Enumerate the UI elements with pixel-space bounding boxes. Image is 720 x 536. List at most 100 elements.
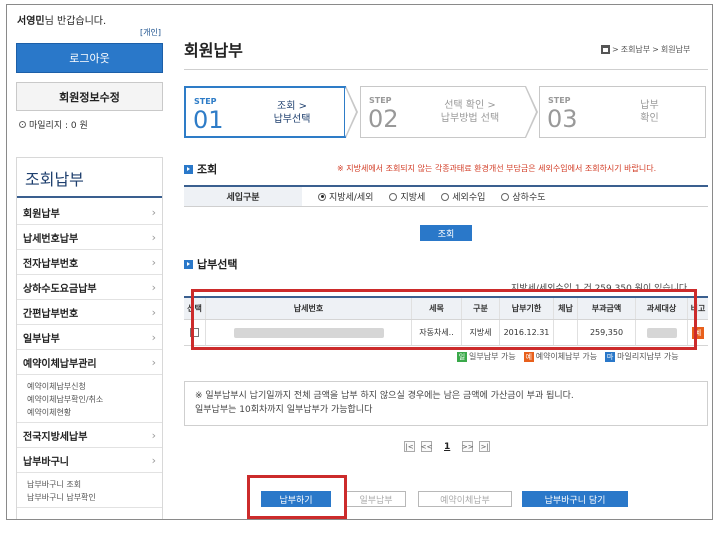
mileage-text: 마일리지 : 0 원 xyxy=(29,121,88,131)
chevron-right-icon: › xyxy=(151,453,156,467)
breadcrumb-sep: > xyxy=(652,45,659,54)
nav-item-member-payment[interactable]: 회원납부 › xyxy=(17,200,162,225)
chevron-right-icon: › xyxy=(151,305,156,319)
home-icon[interactable] xyxy=(601,45,610,54)
breadcrumb-item[interactable]: 조회납부 xyxy=(621,44,650,55)
reservation-payment-button[interactable]: 예약이체납부 xyxy=(418,491,512,507)
legend-text: 예약이체납부 가능 xyxy=(535,352,598,361)
info-line: 일부납부는 10회차까지 일부납부가 가능합니다 xyxy=(195,405,373,415)
table-highlight-box xyxy=(191,289,697,350)
radio-nontax-revenue[interactable]: 세외수입 xyxy=(441,190,485,203)
radio-icon[interactable] xyxy=(441,192,450,201)
chevron-right-icon: › xyxy=(151,330,156,344)
breadcrumb-sep: > xyxy=(612,45,619,54)
step-label: STEP xyxy=(369,96,392,105)
query-notice: ※ 지방세에서 조회되지 않는 각종과태료 환경개선 부담금은 세외수입에서 조… xyxy=(337,164,657,173)
section-title-text: 조회 xyxy=(197,163,218,176)
step-text-line: 납부 확인 xyxy=(640,100,659,124)
step-text: 선택 확인 > 납부방법 선택 xyxy=(421,99,519,125)
partial-payment-button[interactable]: 일부납부 xyxy=(346,491,406,507)
bullet-icon xyxy=(19,121,26,128)
radio-local-and-nontax[interactable]: 지방세/세외 xyxy=(318,190,373,203)
step-number: 02 xyxy=(368,105,399,133)
chevron-right-icon: › xyxy=(151,255,156,269)
chevron-right-icon: › xyxy=(151,230,156,244)
prev-page-icon[interactable]: << xyxy=(421,441,432,452)
query-button[interactable]: 조회 xyxy=(420,225,472,241)
legend-item: 일 일부납부 가능 xyxy=(457,351,516,362)
mileage-info: 마일리지 : 0 원 xyxy=(19,118,88,131)
radio-label: 상하수도 xyxy=(512,193,546,203)
chevron-right-icon: › xyxy=(151,355,156,369)
nav-item-national-local-tax[interactable]: 전국지방세납부 › xyxy=(17,423,162,448)
left-nav: 조회납부 회원납부 › 납세번호납부 › 전자납부번호 › 상하수도요금납부 › 간편납… xyxy=(16,157,163,519)
greeting-text: 님 반갑습니다. xyxy=(44,16,107,27)
reservation-submenu: 예약이체납부신청 예약이체납부확인/취소 예약이체현황 xyxy=(17,375,162,423)
filter-label: 세입구분 xyxy=(184,187,302,206)
current-page[interactable]: 1 xyxy=(444,442,450,452)
page-title: 회원납부 xyxy=(184,41,243,60)
step-text: 조회 > 납부선택 xyxy=(246,100,338,126)
pagination: |< << 1 >> >| xyxy=(404,441,491,452)
nav-item-simple-payment[interactable]: 간편납부번호 › xyxy=(17,300,162,325)
legend-item: 마 마일리지납부 가능 xyxy=(605,351,679,362)
submenu-basket-view[interactable]: 납부바구니 조회 xyxy=(27,478,152,491)
nav-item-label: 회원납부 xyxy=(23,208,60,220)
logout-button[interactable]: 로그아웃 xyxy=(16,43,163,73)
left-nav-title: 조회납부 xyxy=(17,158,162,198)
last-page-icon[interactable]: >| xyxy=(479,441,491,452)
nav-item-basket[interactable]: 납부바구니 › xyxy=(17,448,162,473)
edit-member-info-button[interactable]: 회원정보수정 xyxy=(16,82,163,111)
submenu-basket-confirm[interactable]: 납부바구니 납부확인 xyxy=(27,491,152,504)
basket-submenu: 납부바구니 조회 납부바구니 납부확인 xyxy=(17,473,162,508)
query-section-title: 조회 xyxy=(184,161,217,177)
screenshot-frame: 서영민님 반갑습니다. [개인] 로그아웃 회원정보수정 마일리지 : 0 원 … xyxy=(6,4,713,520)
chevron-right-icon: › xyxy=(151,205,156,219)
nav-item-label: 납세번호납부 xyxy=(23,233,79,245)
nav-item-label: 일부납부 xyxy=(23,333,60,345)
legend-key: 일 xyxy=(457,352,467,362)
revenue-type-filter: 세입구분 지방세/세외 지방세 세외수입 상하수도 xyxy=(184,185,708,207)
radio-water[interactable]: 상하수도 xyxy=(501,190,546,203)
info-box: ※ 일부납부시 납기일까지 전체 금액을 납부 하지 않으실 경우에는 남은 금… xyxy=(184,381,708,426)
submenu-reservation-confirm[interactable]: 예약이체납부확인/취소 xyxy=(27,393,152,406)
radio-label: 지방세/세외 xyxy=(329,193,374,203)
step-number: 01 xyxy=(193,106,224,134)
breadcrumb: > 조회납부 > 회원납부 xyxy=(601,44,690,55)
personal-tag: [개인] xyxy=(140,28,161,37)
first-page-icon[interactable]: |< xyxy=(404,441,415,452)
legend-key: 마 xyxy=(605,352,616,362)
radio-selected-icon[interactable] xyxy=(318,192,326,201)
next-page-icon[interactable]: >> xyxy=(462,441,474,452)
step-2: STEP 02 선택 확인 > 납부방법 선택 xyxy=(360,86,526,138)
step-indicator: STEP 01 조회 > 납부선택 STEP 02 선택 확인 > 납부방법 선… xyxy=(184,86,706,138)
nav-item-label: 전국지방세납부 xyxy=(23,431,88,443)
step-arrow-icon xyxy=(525,86,538,138)
nav-item-water-bill[interactable]: 상하수도요금납부 › xyxy=(17,275,162,300)
submenu-reservation-apply[interactable]: 예약이체납부신청 xyxy=(27,380,152,393)
radio-local-tax[interactable]: 지방세 xyxy=(389,190,425,203)
radio-icon[interactable] xyxy=(501,192,510,201)
user-name: 서영민 xyxy=(17,16,45,27)
breadcrumb-item-current: 회원납부 xyxy=(660,45,691,54)
section-arrow-icon xyxy=(184,259,193,269)
step-text-line: 선택 확인 > 납부방법 선택 xyxy=(440,100,500,124)
step-1: STEP 01 조회 > 납부선택 xyxy=(184,86,346,138)
radio-icon[interactable] xyxy=(389,192,398,201)
payment-section-title: 납부선택 xyxy=(184,256,237,272)
nav-item-taxno-payment[interactable]: 납세번호납부 › xyxy=(17,225,162,250)
radio-label: 세외수입 xyxy=(452,193,486,203)
nav-item-label: 상하수도요금납부 xyxy=(23,283,97,295)
step-label: STEP xyxy=(548,96,571,105)
nav-item-partial-payment[interactable]: 일부납부 › xyxy=(17,325,162,350)
nav-item-reservation[interactable]: 예약이체납부관리 › xyxy=(17,350,162,375)
step-number: 03 xyxy=(547,105,578,133)
title-divider xyxy=(184,69,708,70)
nav-item-electronic-payment[interactable]: 전자납부번호 › xyxy=(17,250,162,275)
nav-item-label: 간편납부번호 xyxy=(23,308,79,320)
submenu-reservation-status[interactable]: 예약이체현황 xyxy=(27,406,152,419)
add-to-basket-button[interactable]: 납부바구니 담기 xyxy=(522,491,628,507)
nav-item-label: 납부바구니 xyxy=(23,456,69,468)
step-arrow-icon xyxy=(345,86,358,138)
legend-item: 예 예약이체납부 가능 xyxy=(523,351,598,362)
